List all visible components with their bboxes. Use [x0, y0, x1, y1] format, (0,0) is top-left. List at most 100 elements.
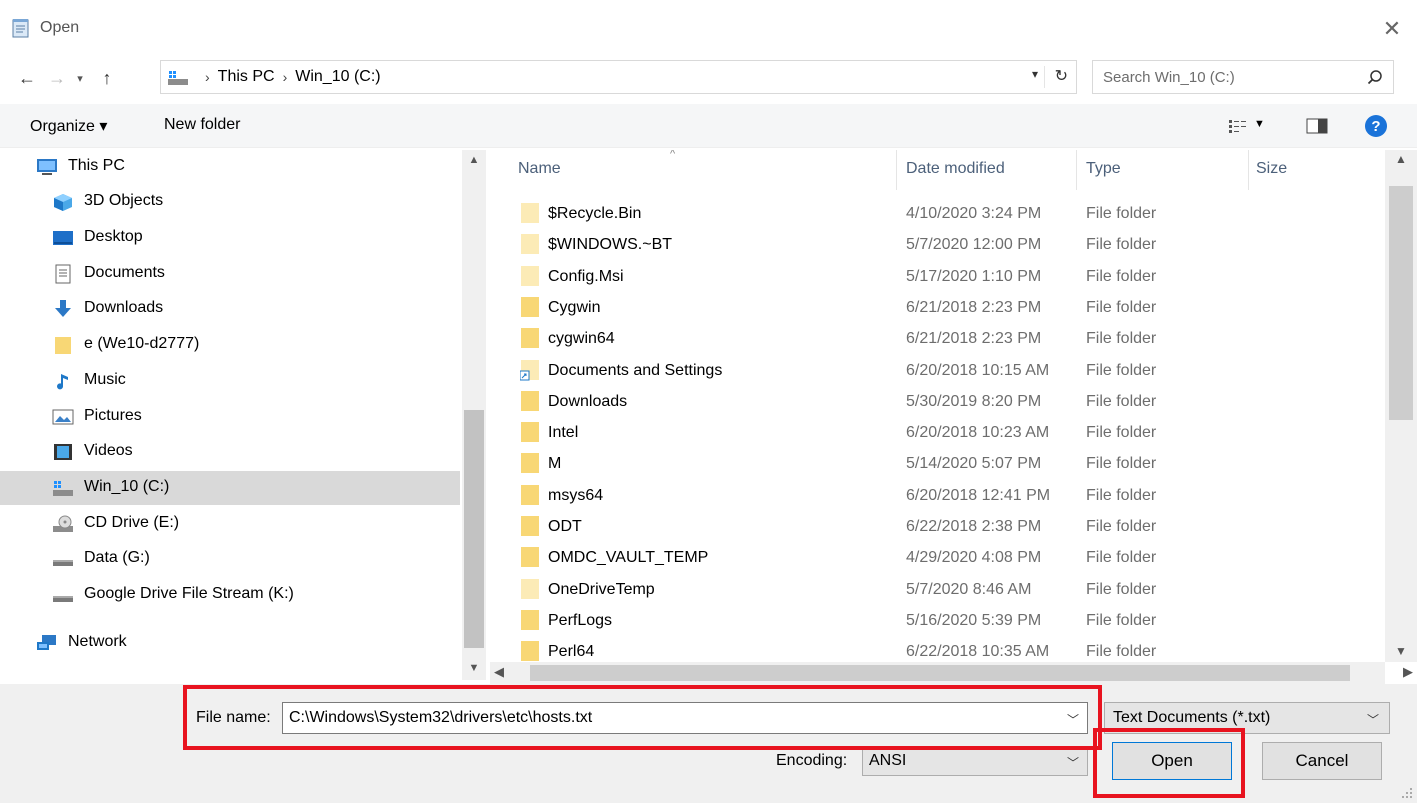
file-row[interactable]: OMDC_VAULT_TEMP 4/29/2020 4:08 PM File fol…: [500, 542, 1385, 573]
column-size[interactable]: Size: [1256, 160, 1287, 178]
view-dropdown-icon[interactable]: ▼: [1254, 118, 1265, 130]
file-row[interactable]: ODT 6/22/2018 2:38 PM File folder: [500, 511, 1385, 542]
scrollbar-thumb[interactable]: [530, 665, 1350, 681]
column-type[interactable]: Type: [1086, 160, 1121, 178]
windows-drive-icon: [53, 481, 73, 496]
address-bar[interactable]: › This PC › Win_10 (C:) ▾ ↻: [160, 60, 1077, 94]
music-icon: [57, 374, 68, 390]
column-divider[interactable]: [896, 150, 897, 190]
folder-icon: [521, 328, 539, 349]
back-button[interactable]: ←: [14, 62, 40, 94]
3d-objects-icon: [54, 194, 72, 211]
downloads-icon: [55, 300, 71, 317]
nav-item[interactable]: Network: [0, 626, 460, 660]
file-row[interactable]: OneDriveTemp 5/7/2020 8:46 AM File folder: [500, 574, 1385, 605]
column-divider[interactable]: [1248, 150, 1249, 190]
scroll-right-icon[interactable]: ▶: [1403, 664, 1413, 680]
nav-item-label: Desktop: [84, 228, 143, 245]
navigation-scrollbar[interactable]: ▲ ▼: [462, 150, 486, 680]
scroll-up-icon[interactable]: ▲: [1385, 152, 1417, 166]
title-bar: Open ✕: [0, 0, 1417, 58]
file-name-value[interactable]: C:\Windows\System32\drivers\etc\hosts.tx…: [289, 709, 592, 727]
file-type-select[interactable]: Text Documents (*.txt) ﹀: [1104, 702, 1390, 734]
chevron-down-icon[interactable]: ﹀: [1067, 754, 1079, 771]
chevron-down-icon[interactable]: ﹀: [1067, 711, 1079, 728]
column-divider[interactable]: [1076, 150, 1077, 190]
file-list-vertical-scrollbar[interactable]: ▲ ▼: [1385, 150, 1417, 662]
breadcrumb-separator-icon[interactable]: ›: [283, 69, 288, 85]
encoding-select[interactable]: ANSI ﹀: [862, 746, 1088, 776]
nav-item[interactable]: Win_10 (C:): [0, 471, 460, 505]
file-row[interactable]: M 5/14/2020 5:07 PM File folder: [500, 448, 1385, 479]
column-name[interactable]: Name: [518, 160, 561, 178]
forward-button[interactable]: →: [44, 62, 70, 94]
scroll-up-icon[interactable]: ▲: [462, 154, 486, 166]
nav-item[interactable]: e (We10-d2777): [0, 328, 460, 362]
file-row[interactable]: Intel 6/20/2018 10:23 AM File folder: [500, 417, 1385, 448]
up-button[interactable]: ↑: [94, 62, 120, 94]
arrow-up-icon: ↑: [102, 67, 112, 88]
nav-item[interactable]: 3D Objects: [0, 185, 460, 219]
breadcrumb-win10[interactable]: Win_10 (C:): [295, 68, 380, 86]
refresh-icon[interactable]: ↻: [1055, 66, 1068, 86]
nav-item[interactable]: Documents: [0, 257, 460, 291]
nav-item[interactable]: Pictures: [0, 400, 460, 434]
folder-icon: [521, 296, 539, 317]
nav-item[interactable]: CD Drive (E:): [0, 507, 460, 541]
address-dropdown-icon[interactable]: ▾: [1032, 67, 1038, 81]
folder-icon: [521, 422, 539, 443]
column-date-modified[interactable]: Date modified: [906, 160, 1005, 178]
scrollbar-thumb[interactable]: [1389, 186, 1413, 420]
file-row[interactable]: Downloads 5/30/2019 8:20 PM File folder: [500, 386, 1385, 417]
file-name-input[interactable]: C:\Windows\System32\drivers\etc\hosts.tx…: [282, 702, 1088, 734]
file-list-horizontal-scrollbar[interactable]: ◀ ▶: [490, 662, 1413, 684]
search-icon[interactable]: [1367, 69, 1383, 85]
file-row[interactable]: Documents and Settings 6/20/2018 10:15 AM…: [500, 355, 1385, 386]
file-row[interactable]: $WINDOWS.~BT 5/7/2020 12:00 PM File folder: [500, 229, 1385, 260]
recent-locations-button[interactable]: ▾: [70, 62, 90, 94]
file-type: File folder: [1086, 643, 1157, 661]
desktop-icon: [53, 231, 73, 245]
preview-pane-icon[interactable]: [1306, 118, 1328, 134]
chevron-down-icon[interactable]: ﹀: [1367, 711, 1379, 728]
file-name: $Recycle.Bin: [548, 205, 642, 222]
folder-icon: [521, 609, 539, 630]
resize-grip-icon[interactable]: [1401, 787, 1413, 799]
scrollbar-thumb[interactable]: [464, 410, 484, 648]
navigation-pane: This PC 3D Objects Desktop Documents Downloa…: [0, 150, 486, 680]
search-box[interactable]: Search Win_10 (C:): [1092, 60, 1394, 94]
nav-item[interactable]: Desktop: [0, 221, 460, 255]
file-list: Name ^ Date modified Type Size $Recycle.…: [500, 150, 1385, 662]
new-folder-button[interactable]: New folder: [164, 116, 240, 134]
view-options-icon[interactable]: [1228, 118, 1248, 134]
nav-item[interactable]: Music: [0, 364, 460, 398]
nav-item[interactable]: Google Drive File Stream (K:): [0, 578, 460, 612]
file-row[interactable]: Config.Msi 5/17/2020 1:10 PM File folder: [500, 261, 1385, 292]
file-date-modified: 6/20/2018 10:15 AM: [906, 361, 1050, 379]
chevron-down-icon: ▾: [77, 72, 83, 85]
divider: [1044, 66, 1045, 88]
file-row[interactable]: Cygwin 6/21/2018 2:23 PM File folder: [500, 292, 1385, 323]
encoding-value: ANSI: [869, 752, 907, 769]
scroll-down-icon[interactable]: ▼: [1385, 644, 1417, 658]
open-button[interactable]: Open: [1112, 742, 1232, 780]
nav-item[interactable]: This PC: [0, 150, 460, 184]
close-button[interactable]: ✕: [1367, 8, 1417, 50]
nav-item[interactable]: Videos: [0, 435, 460, 469]
scroll-down-icon[interactable]: ▼: [462, 662, 486, 674]
organize-button[interactable]: Organize ▾: [30, 116, 107, 136]
nav-item[interactable]: Data (G:): [0, 542, 460, 576]
scroll-left-icon[interactable]: ◀: [494, 664, 504, 680]
drive-icon: [53, 596, 73, 602]
breadcrumb-separator-icon[interactable]: ›: [205, 69, 210, 85]
help-icon[interactable]: ?: [1365, 115, 1387, 137]
file-row[interactable]: Perl64 6/22/2018 10:35 AM File folder: [500, 636, 1385, 662]
file-row[interactable]: $Recycle.Bin 4/10/2020 3:24 PM File folder: [500, 198, 1385, 229]
nav-item[interactable]: Downloads: [0, 292, 460, 326]
cancel-button[interactable]: Cancel: [1262, 742, 1382, 780]
breadcrumb-this-pc[interactable]: This PC: [218, 68, 275, 86]
file-row[interactable]: cygwin64 6/21/2018 2:23 PM File folder: [500, 323, 1385, 354]
encoding-label: Encoding:: [776, 752, 848, 769]
file-row[interactable]: msys64 6/20/2018 12:41 PM File folder: [500, 480, 1385, 511]
file-row[interactable]: PerfLogs 5/16/2020 5:39 PM File folder: [500, 605, 1385, 636]
